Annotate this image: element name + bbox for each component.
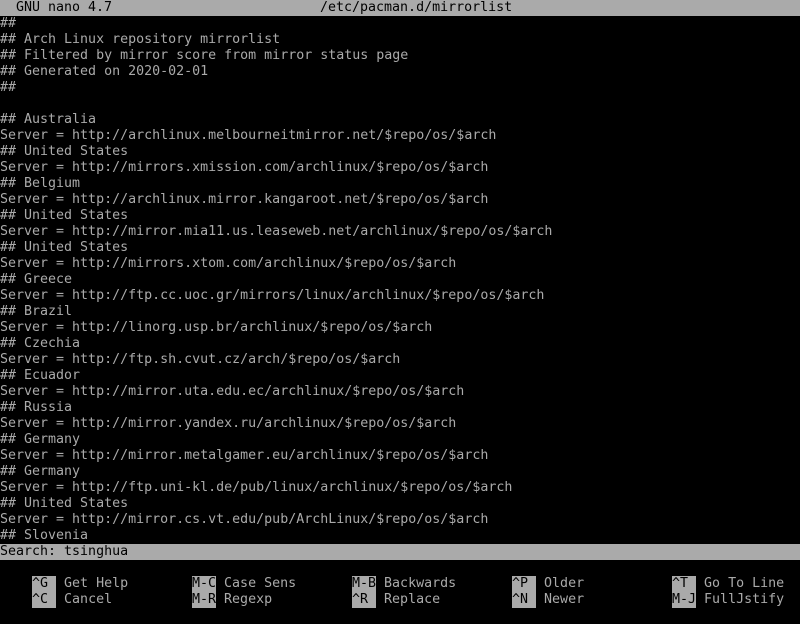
shortcut-get-help[interactable]: ^G Get Help <box>0 560 128 592</box>
shortcut-key: ^N <box>512 592 537 608</box>
text-line[interactable]: ## Slovenia <box>0 528 800 544</box>
shortcut-newer[interactable]: ^N Newer <box>480 576 584 608</box>
text-line[interactable]: ## Greece <box>0 272 800 288</box>
text-line[interactable]: ## <box>0 80 800 96</box>
text-line[interactable]: Server = http://mirror.cs.vt.edu/pub/Arc… <box>0 512 800 528</box>
text-line[interactable]: ## Generated on 2020-02-01 <box>0 64 800 80</box>
text-line[interactable]: Server = http://ftp.uni-kl.de/pub/linux/… <box>0 480 800 496</box>
shortcut-replace[interactable]: ^R Replace <box>320 576 440 608</box>
shortcut-key: M-J <box>672 592 697 608</box>
shortcut-older[interactable]: ^P Older <box>480 560 584 592</box>
text-line[interactable]: Server = http://mirror.mia11.us.leaseweb… <box>0 224 800 240</box>
text-line[interactable]: Server = http://linorg.usp.br/archlinux/… <box>0 320 800 336</box>
shortcut-bar: ^G Get Help M-C Case Sens M-B Backwards … <box>0 560 800 608</box>
text-line[interactable]: ## Germany <box>0 464 800 480</box>
shortcut-key: ^R <box>352 592 377 608</box>
shortcut-full-justify[interactable]: M-J FullJstify <box>640 576 784 608</box>
shortcut-go-to-line[interactable]: ^T Go To Line <box>640 560 784 592</box>
text-line[interactable]: ## Czechia <box>0 336 800 352</box>
text-line[interactable]: Server = http://mirrors.xtom.com/archlin… <box>0 256 800 272</box>
text-line[interactable]: Server = http://ftp.cc.uoc.gr/mirrors/li… <box>0 288 800 304</box>
text-line[interactable]: ## United States <box>0 496 800 512</box>
text-line[interactable]: ## Filtered by mirror score from mirror … <box>0 48 800 64</box>
text-line[interactable]: ## Brazil <box>0 304 800 320</box>
program-version: GNU nano 4.7 <box>16 0 113 15</box>
text-line[interactable]: ## Ecuador <box>0 368 800 384</box>
text-line[interactable]: ## <box>0 16 800 32</box>
shortcut-key: M-R <box>192 592 217 608</box>
editor-text-area[interactable]: ## ## Arch Linux repository mirrorlist #… <box>0 16 800 544</box>
text-line[interactable]: ## United States <box>0 144 800 160</box>
shortcut-regexp[interactable]: M-R Regexp <box>160 576 272 608</box>
text-line[interactable]: ## United States <box>0 240 800 256</box>
text-line[interactable]: Server = http://mirror.metalgamer.eu/arc… <box>0 448 800 464</box>
text-line[interactable]: Server = http://mirror.yandex.ru/archlin… <box>0 416 800 432</box>
text-line[interactable]: Server = http://mirrors.xmission.com/arc… <box>0 160 800 176</box>
text-line[interactable]: Server = http://archlinux.melbourneitmir… <box>0 128 800 144</box>
text-line[interactable]: Server = http://mirror.uta.edu.ec/archli… <box>0 384 800 400</box>
text-line[interactable]: ## Belgium <box>0 176 800 192</box>
search-prompt-input[interactable]: Search: tsinghua <box>0 544 800 560</box>
title-bar: GNU nano 4.7 /etc/pacman.d/mirrorlist <box>0 0 800 16</box>
text-line[interactable]: ## Australia <box>0 112 800 128</box>
shortcut-key: ^C <box>32 592 57 608</box>
text-line[interactable]: Server = http://archlinux.mirror.kangaro… <box>0 192 800 208</box>
file-path: /etc/pacman.d/mirrorlist <box>320 0 513 15</box>
text-line[interactable]: ## Germany <box>0 432 800 448</box>
text-line[interactable]: ## Arch Linux repository mirrorlist <box>0 32 800 48</box>
shortcut-cancel[interactable]: ^C Cancel <box>0 576 112 608</box>
shortcut-case-sens[interactable]: M-C Case Sens <box>160 560 296 592</box>
text-line[interactable]: Server = http://ftp.sh.cvut.cz/arch/$rep… <box>0 352 800 368</box>
text-line[interactable]: ## Russia <box>0 400 800 416</box>
text-line[interactable] <box>0 96 800 112</box>
shortcut-backwards[interactable]: M-B Backwards <box>320 560 456 592</box>
text-line[interactable]: ## United States <box>0 208 800 224</box>
